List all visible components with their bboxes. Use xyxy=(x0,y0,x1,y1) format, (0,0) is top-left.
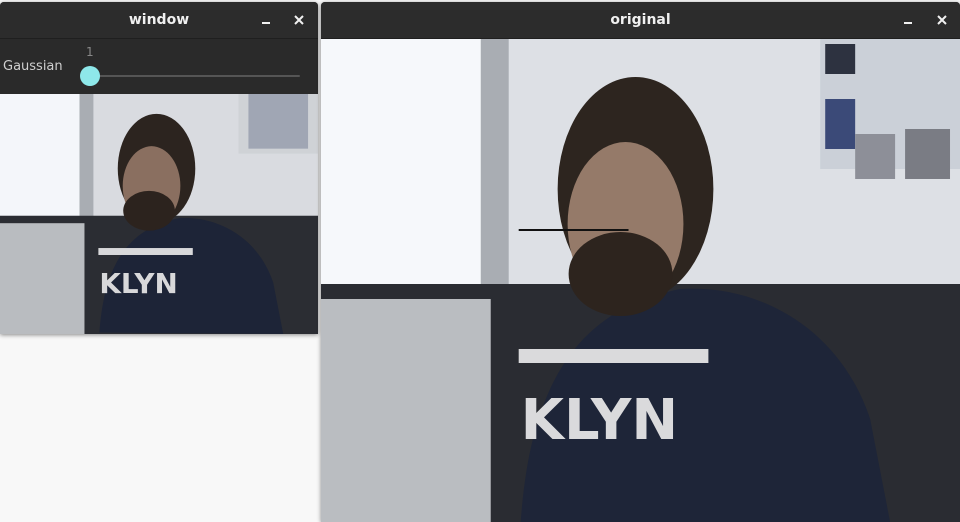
close-icon xyxy=(937,15,947,25)
minimize-icon xyxy=(262,22,270,24)
close-button[interactable] xyxy=(930,8,954,32)
close-button[interactable] xyxy=(287,8,311,32)
video-frame-processed: KLYN xyxy=(0,94,318,334)
titlebar[interactable]: original xyxy=(321,2,960,39)
webcam-image: KLYN xyxy=(321,39,960,522)
window-original: original KLYN xyxy=(321,2,960,522)
close-icon xyxy=(294,15,304,25)
minimize-button[interactable] xyxy=(254,8,278,32)
trackbar-label: Gaussian xyxy=(3,59,63,74)
window-title: original xyxy=(610,12,671,28)
gaussian-slider[interactable] xyxy=(80,63,302,89)
trackbar-value: 1 xyxy=(86,45,94,59)
slider-track[interactable] xyxy=(88,75,300,77)
slider-thumb[interactable] xyxy=(80,66,100,86)
minimize-button[interactable] xyxy=(896,8,920,32)
minimize-icon xyxy=(904,22,912,24)
titlebar[interactable]: window xyxy=(0,2,318,39)
trackbar-panel: Gaussian 1 xyxy=(0,39,318,94)
window-processed: window Gaussian 1 KLYN xyxy=(0,2,318,334)
webcam-image: KLYN xyxy=(0,94,318,334)
video-frame-original: KLYN xyxy=(321,39,960,522)
svg-text:KLYN: KLYN xyxy=(99,267,177,300)
svg-text:KLYN: KLYN xyxy=(521,388,678,453)
